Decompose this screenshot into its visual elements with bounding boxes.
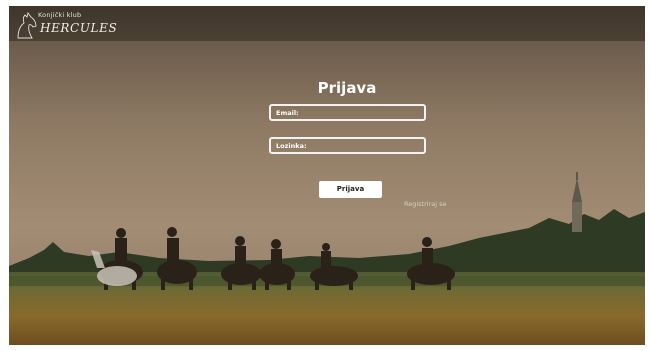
club-logo[interactable]: Konjički klub HERCULES — [15, 8, 125, 40]
app-window: Konjički klub HERCULES Prijava Email: Lo… — [9, 6, 645, 345]
password-field[interactable]: Lozinka: — [269, 137, 426, 154]
logo-subtitle: Konjički klub — [38, 11, 82, 19]
login-title: Prijava — [317, 79, 377, 97]
logo-title: HERCULES — [40, 21, 118, 35]
email-field[interactable]: Email: — [269, 104, 426, 121]
login-button[interactable]: Prijava — [319, 181, 382, 198]
register-link[interactable]: Registriraj se — [404, 200, 446, 208]
horse-head-icon — [17, 11, 37, 39]
email-label: Email: — [276, 109, 299, 117]
top-bar: Konjički klub HERCULES — [9, 6, 645, 41]
password-label: Lozinka: — [276, 142, 307, 150]
background-photo — [9, 6, 645, 345]
